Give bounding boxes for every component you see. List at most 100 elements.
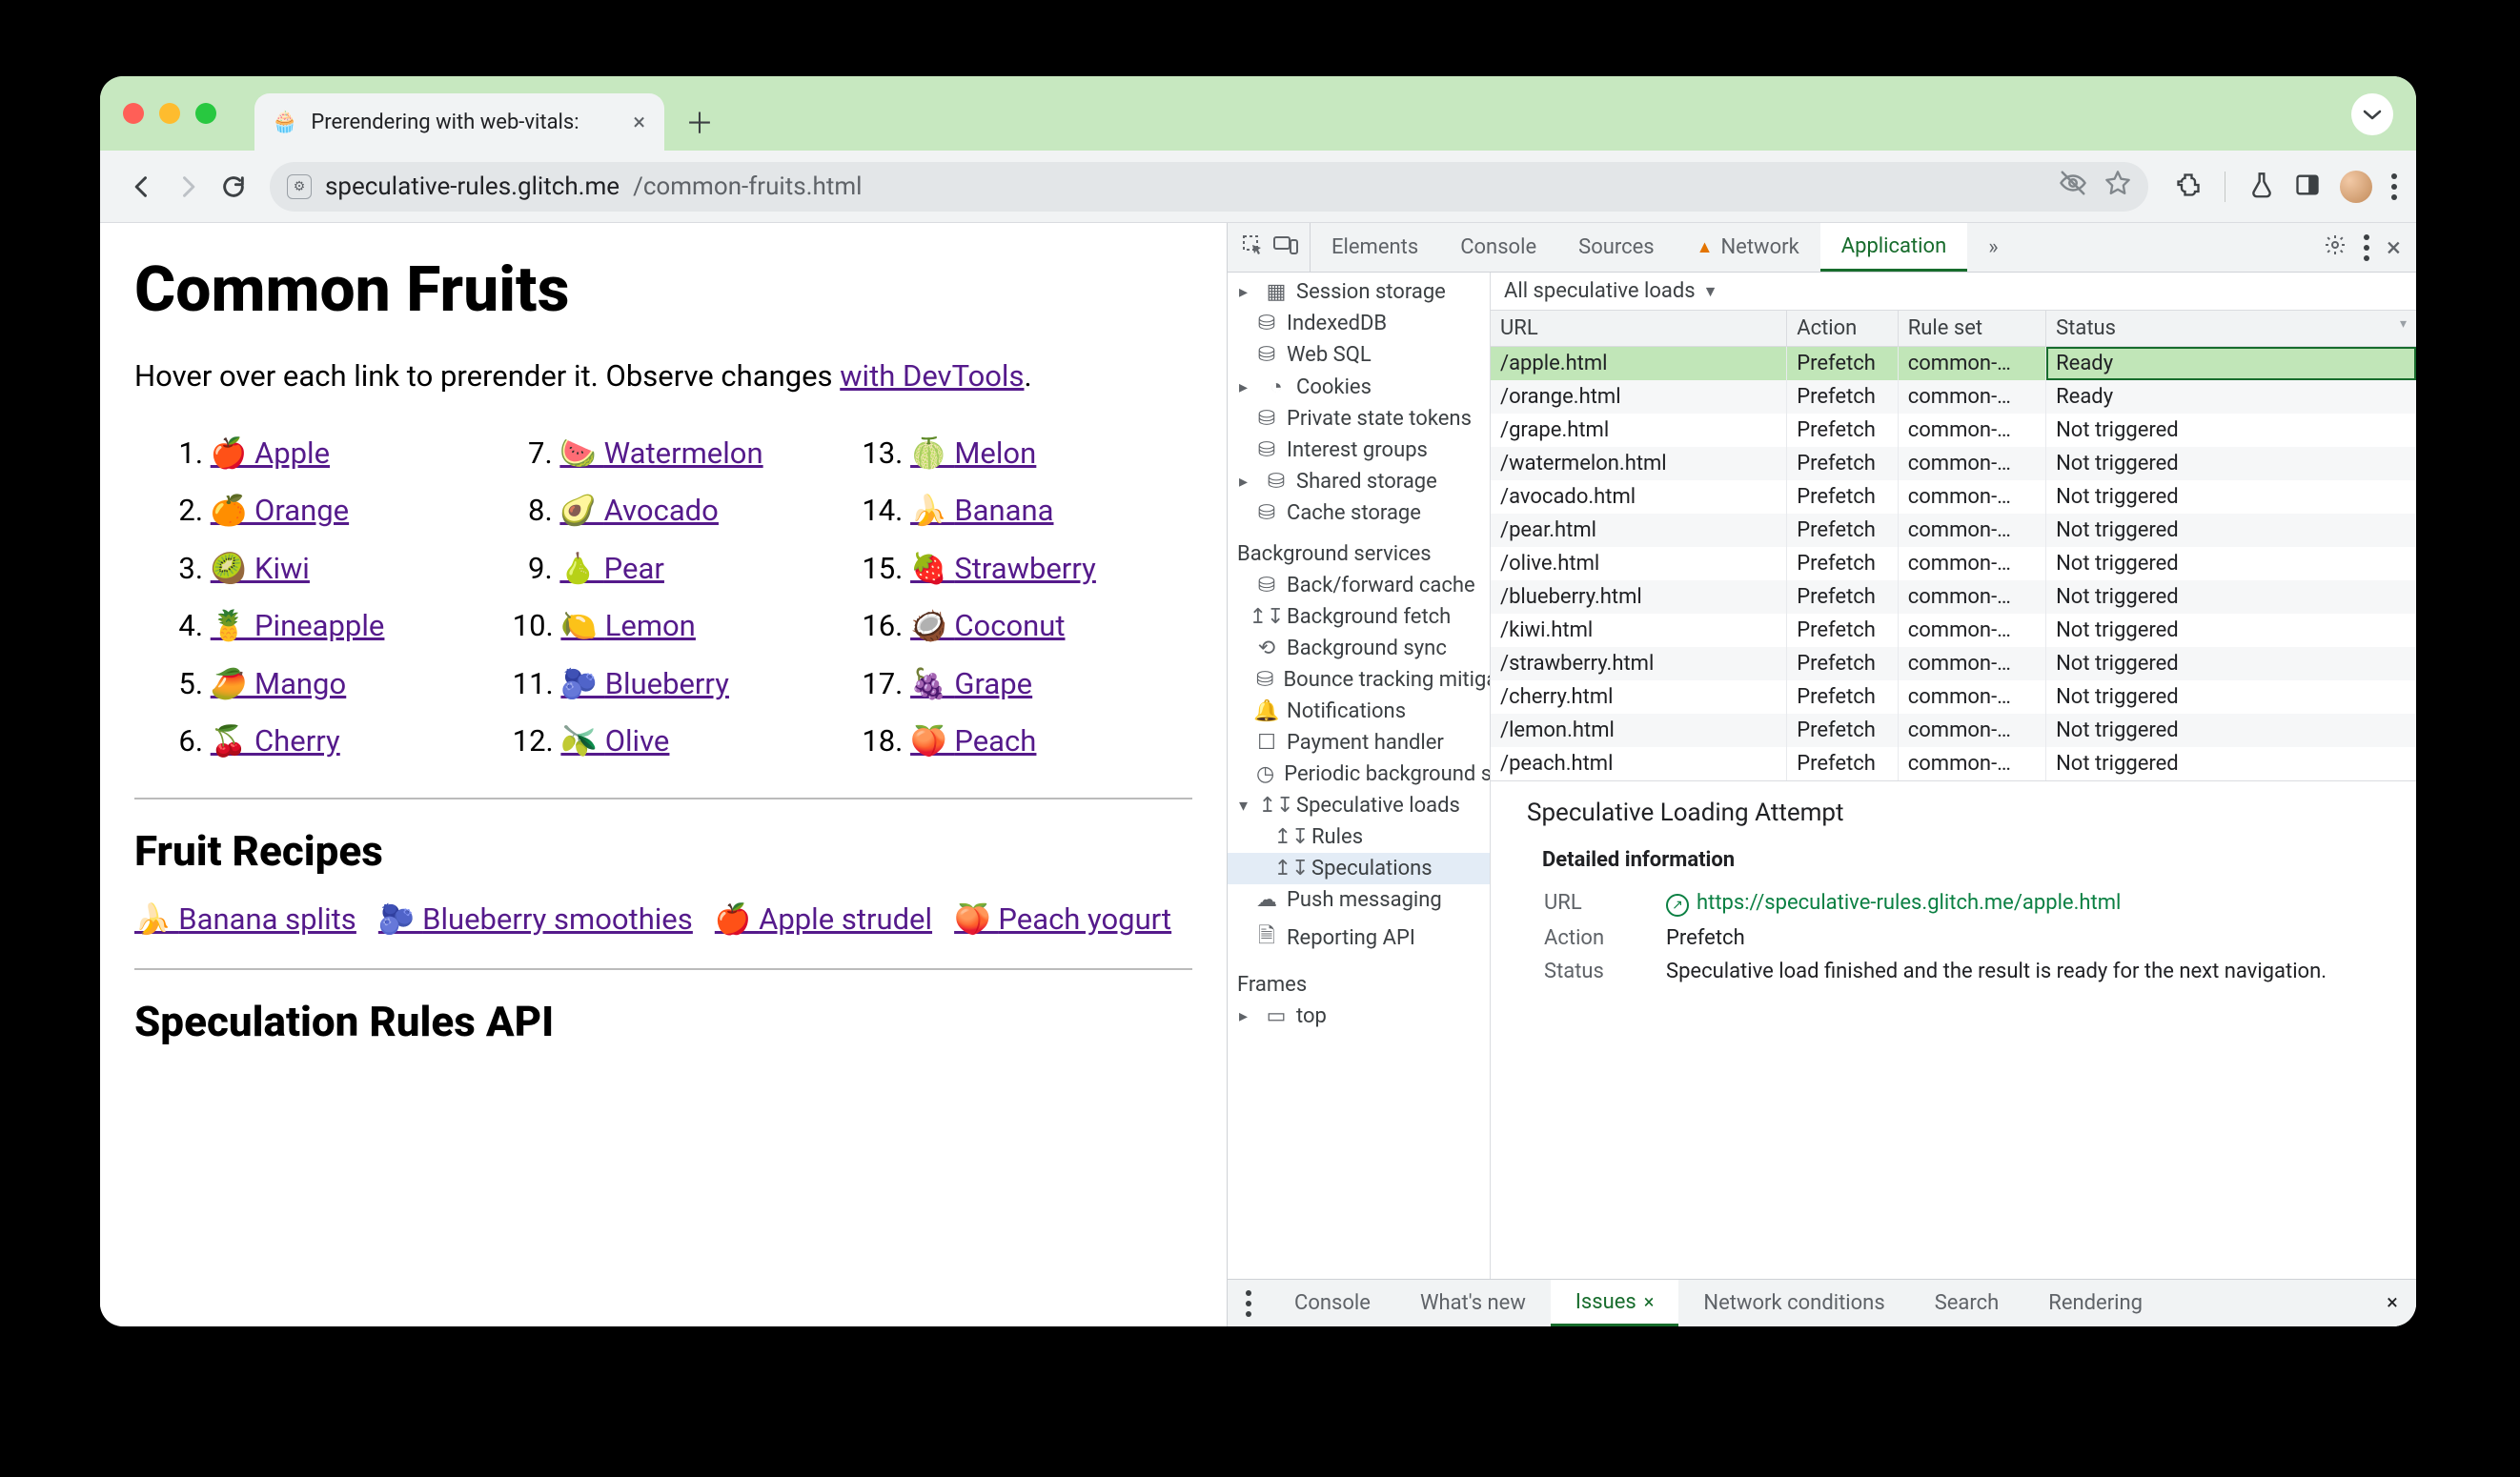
- browser-tab[interactable]: 🧁 Prerendering with web-vitals: ×: [254, 93, 664, 151]
- table-row[interactable]: /peach.htmlPrefetchcommon-…Not triggered: [1491, 747, 2416, 780]
- sidebar-item[interactable]: ▦Session storage: [1228, 276, 1490, 308]
- fruit-anchor[interactable]: 🍓 Strawberry: [910, 551, 1096, 586]
- table-row[interactable]: /olive.htmlPrefetchcommon-…Not triggered: [1491, 547, 2416, 580]
- forward-button[interactable]: [165, 164, 211, 210]
- sidebar-item[interactable]: ◷Periodic background sync: [1228, 759, 1490, 790]
- fruit-anchor[interactable]: 🍇 Grape: [910, 666, 1032, 701]
- drawer-tab-network-conditions[interactable]: Network conditions: [1678, 1280, 1909, 1326]
- drawer-tab-issues[interactable]: Issues ×: [1551, 1280, 1679, 1326]
- fruit-anchor[interactable]: 🍍 Pineapple: [211, 608, 385, 643]
- chrome-menu-button[interactable]: [2391, 173, 2397, 200]
- drawer-tab-console[interactable]: Console: [1270, 1280, 1395, 1326]
- site-info-icon[interactable]: ⚙: [287, 174, 312, 199]
- sidebar-item[interactable]: ⛁Interest groups: [1228, 435, 1490, 466]
- sidebar-item[interactable]: 🗎Reporting API: [1228, 916, 1490, 960]
- sidebar-item[interactable]: ☁Push messaging: [1228, 884, 1490, 916]
- sidebar-item[interactable]: ☐Payment handler: [1228, 727, 1490, 759]
- sidebar-item[interactable]: ◔Cookies: [1228, 371, 1490, 403]
- sidebar-item[interactable]: ⛁Cache storage: [1228, 497, 1490, 529]
- fruit-anchor[interactable]: 🫐 Blueberry: [560, 666, 728, 701]
- fruit-anchor[interactable]: 🍈 Melon: [910, 435, 1036, 471]
- fruit-anchor[interactable]: 🥭 Mango: [211, 666, 346, 701]
- devtools-link[interactable]: with DevTools: [840, 358, 1024, 394]
- recipe-link[interactable]: 🍑 Peach yogurt: [954, 901, 1171, 937]
- table-row[interactable]: /strawberry.htmlPrefetchcommon-…Not trig…: [1491, 647, 2416, 680]
- table-row[interactable]: /blueberry.htmlPrefetchcommon-…Not trigg…: [1491, 580, 2416, 614]
- column-header[interactable]: URL: [1491, 311, 1787, 347]
- sidebar-item[interactable]: ⛁Shared storage: [1228, 466, 1490, 497]
- bookmark-star-icon[interactable]: [2104, 170, 2131, 203]
- sidebar-item[interactable]: ⛁IndexedDB: [1228, 308, 1490, 339]
- fruit-anchor[interactable]: 🥝 Kiwi: [211, 551, 310, 586]
- minimize-window-button[interactable]: [159, 103, 180, 124]
- fruit-anchor[interactable]: 🍎 Apple: [211, 435, 330, 471]
- fruit-anchor[interactable]: 🍊 Orange: [211, 493, 349, 528]
- device-toolbar-icon[interactable]: [1273, 234, 1298, 261]
- sidebar-item[interactable]: ▭top: [1228, 1001, 1490, 1032]
- sidebar-item[interactable]: ⛁Back/forward cache: [1228, 570, 1490, 601]
- devtools-more-tabs[interactable]: »: [1967, 223, 2019, 272]
- drawer-tab-rendering[interactable]: Rendering: [2023, 1280, 2167, 1326]
- devtools-tab-application[interactable]: Application: [1820, 223, 1967, 272]
- table-row[interactable]: /lemon.htmlPrefetchcommon-…Not triggered: [1491, 714, 2416, 747]
- devtools-tab-console[interactable]: Console: [1439, 223, 1557, 272]
- recipe-link[interactable]: 🍎 Apple strudel: [715, 901, 932, 937]
- table-row[interactable]: /apple.htmlPrefetchcommon-…Ready: [1491, 347, 2416, 381]
- labs-icon[interactable]: [2248, 172, 2275, 202]
- fruit-anchor[interactable]: 🍒 Cherry: [211, 723, 340, 759]
- tab-search-button[interactable]: [2351, 93, 2393, 135]
- sidebar-item[interactable]: ↥↧Speculative loads: [1228, 790, 1490, 821]
- extensions-icon[interactable]: [2175, 172, 2202, 202]
- devtools-tab-network[interactable]: Network: [1676, 223, 1820, 272]
- gear-icon[interactable]: [2324, 233, 2347, 262]
- incognito-eye-icon[interactable]: [2059, 169, 2087, 204]
- drawer-tab-search[interactable]: Search: [1910, 1280, 2024, 1326]
- devtools-menu-button[interactable]: [2364, 234, 2369, 261]
- table-row[interactable]: /avocado.htmlPrefetchcommon-…Not trigger…: [1491, 480, 2416, 514]
- drawer-tab-what-s-new[interactable]: What's new: [1395, 1280, 1551, 1326]
- reload-button[interactable]: [211, 164, 256, 210]
- column-header[interactable]: Rule set: [1898, 311, 2045, 347]
- filter-dropdown[interactable]: All speculative loads ▼: [1491, 273, 2416, 311]
- close-icon[interactable]: ×: [1644, 1290, 1655, 1313]
- devtools-dock-icon[interactable]: [2294, 172, 2321, 202]
- sidebar-item[interactable]: ⛁Web SQL: [1228, 339, 1490, 371]
- table-row[interactable]: /orange.htmlPrefetchcommon-…Ready: [1491, 380, 2416, 414]
- close-tab-button[interactable]: ×: [633, 109, 645, 135]
- fruit-anchor[interactable]: 🥥 Coconut: [910, 608, 1065, 643]
- table-row[interactable]: /kiwi.htmlPrefetchcommon-…Not triggered: [1491, 614, 2416, 647]
- sidebar-item[interactable]: ↥↧Background fetch: [1228, 601, 1490, 633]
- table-row[interactable]: /cherry.htmlPrefetchcommon-…Not triggere…: [1491, 680, 2416, 714]
- back-button[interactable]: [119, 164, 165, 210]
- sidebar-item[interactable]: ⛁Bounce tracking mitigations: [1228, 664, 1490, 696]
- table-row[interactable]: /watermelon.htmlPrefetchcommon-…Not trig…: [1491, 447, 2416, 480]
- drawer-menu-button[interactable]: [1228, 1280, 1270, 1326]
- sidebar-item[interactable]: ↥↧Rules: [1228, 821, 1490, 853]
- address-bar[interactable]: ⚙ speculative-rules.glitch.me/common-fru…: [270, 162, 2148, 212]
- profile-avatar[interactable]: [2340, 171, 2372, 203]
- devtools-tab-sources[interactable]: Sources: [1557, 223, 1676, 272]
- inspect-icon[interactable]: [1241, 233, 1264, 262]
- recipe-link[interactable]: 🍌 Banana splits: [134, 901, 356, 937]
- sidebar-item[interactable]: 🔔Notifications: [1228, 696, 1490, 727]
- recipe-link[interactable]: 🫐 Blueberry smoothies: [378, 901, 693, 937]
- new-tab-button[interactable]: ＋: [676, 97, 723, 145]
- close-drawer-button[interactable]: ×: [2368, 1280, 2416, 1326]
- sidebar-item[interactable]: ↥↧Speculations: [1228, 853, 1490, 884]
- devtools-tab-elements[interactable]: Elements: [1311, 223, 1439, 272]
- fruit-anchor[interactable]: 🍋 Lemon: [560, 608, 695, 643]
- fruit-anchor[interactable]: 🫒 Olive: [560, 723, 669, 759]
- table-row[interactable]: /pear.htmlPrefetchcommon-…Not triggered: [1491, 514, 2416, 547]
- close-devtools-button[interactable]: ×: [2387, 232, 2401, 263]
- maximize-window-button[interactable]: [195, 103, 216, 124]
- close-window-button[interactable]: [123, 103, 144, 124]
- fruit-anchor[interactable]: 🍌 Banana: [910, 493, 1053, 528]
- fruit-anchor[interactable]: 🍐 Pear: [559, 551, 663, 586]
- fruit-anchor[interactable]: 🍑 Peach: [910, 723, 1036, 759]
- fruit-anchor[interactable]: 🥑 Avocado: [559, 493, 718, 528]
- detail-url[interactable]: ↗https://speculative-rules.glitch.me/app…: [1666, 891, 2416, 917]
- sidebar-item[interactable]: ⛁Private state tokens: [1228, 403, 1490, 435]
- sidebar-item[interactable]: ⟲Background sync: [1228, 633, 1490, 664]
- column-header[interactable]: Status▾: [2046, 311, 2416, 347]
- column-header[interactable]: Action: [1787, 311, 1899, 347]
